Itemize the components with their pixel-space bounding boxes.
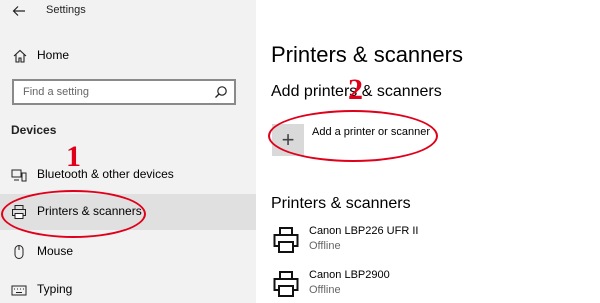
printer-list-item[interactable]: Canon LBP226 UFR II Offline [271, 224, 571, 260]
printer-icon [273, 227, 299, 253]
annotation-ellipse-1 [1, 190, 146, 238]
sidebar-item-bluetooth[interactable]: Bluetooth & other devices [0, 157, 256, 193]
page-title: Printers & scanners [271, 42, 463, 67]
search-input[interactable]: Find a setting [12, 79, 236, 105]
printer-list-item[interactable]: Canon LBP2900 Offline [271, 268, 571, 303]
search-placeholder: Find a setting [23, 86, 90, 98]
printer-icon [273, 271, 299, 297]
printer-status: Offline [309, 240, 341, 252]
sidebar-item-label: Bluetooth & other devices [37, 167, 174, 181]
home-icon [13, 49, 27, 63]
bluetooth-icon [11, 169, 27, 182]
keyboard-icon [11, 285, 27, 296]
search-icon [215, 86, 227, 98]
sidebar-item-mouse[interactable]: Mouse [0, 234, 256, 270]
printers-list-heading: Printers & scanners [271, 195, 411, 212]
printer-name: Canon LBP226 UFR II [309, 225, 419, 237]
annotation-number-1: 1 [66, 140, 81, 173]
home-nav-item[interactable]: Home [0, 42, 256, 70]
mouse-icon [14, 245, 24, 259]
sidebar-item-typing[interactable]: Typing [0, 272, 256, 303]
app-title: Settings [46, 4, 86, 16]
titlebar: Settings [0, 0, 256, 24]
back-arrow-icon[interactable] [12, 4, 26, 18]
printer-name: Canon LBP2900 [309, 269, 390, 281]
section-heading-devices: Devices [11, 123, 57, 137]
main-content: Printers & scanners Add printers & scann… [256, 0, 600, 303]
printer-status: Offline [309, 284, 341, 296]
annotation-number-2: 2 [348, 73, 363, 106]
sidebar-item-label: Typing [37, 282, 73, 296]
annotation-ellipse-2 [268, 110, 438, 162]
sidebar: Settings Home Find a setting Devices Blu… [0, 0, 256, 303]
home-label: Home [37, 48, 70, 62]
sidebar-item-label: Mouse [37, 244, 74, 258]
